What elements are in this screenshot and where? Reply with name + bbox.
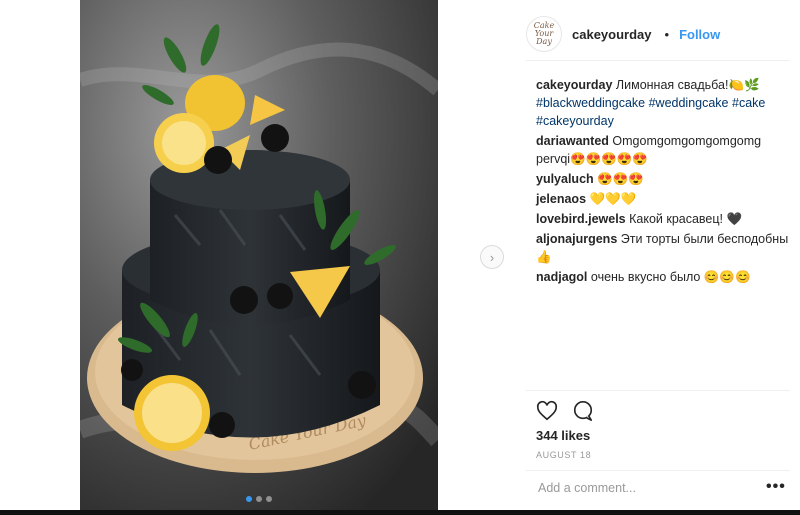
heart-icon[interactable] — [536, 400, 558, 422]
comment-bubble-icon[interactable] — [572, 400, 594, 422]
hashtag-link[interactable]: #weddingcake — [649, 96, 729, 110]
hashtag-link[interactable]: #cake — [732, 96, 765, 110]
comment-username[interactable]: nadjagol — [536, 270, 587, 284]
next-slide-button[interactable]: › — [480, 245, 504, 269]
hashtag-link[interactable]: #cakeyourday — [536, 114, 614, 128]
hashtag-link[interactable]: #blackweddingcake — [536, 96, 645, 110]
avatar[interactable]: Cake Your Day — [526, 16, 562, 52]
post-photo[interactable]: Cake Your Day — [80, 0, 438, 510]
comment-item: nadjagol очень вкусно было 😊😊😊 — [536, 268, 790, 286]
comment-item: aljonajurgens Эти торты были бесподобны … — [536, 230, 790, 266]
header-divider — [526, 60, 790, 61]
add-comment-input[interactable] — [536, 480, 740, 496]
chevron-right-icon: › — [489, 249, 495, 265]
more-options-icon[interactable]: ••• — [766, 478, 786, 496]
post-date: AUGUST 18 — [536, 450, 592, 460]
comment-item: yulyaluch 😍😍😍 — [536, 170, 790, 188]
caption-username[interactable]: cakeyourday — [536, 78, 612, 92]
comment-text: 💛💛💛 — [589, 192, 637, 206]
avatar-logo-text: Cake Your Day — [533, 21, 555, 46]
carousel-dot — [246, 496, 252, 502]
post-side-panel: Cake Your Day cakeyourday • Follow cakey… — [526, 0, 790, 510]
comment-item: dariawanted Omgomgomgomgomgomg pervqi😍😍😍… — [536, 132, 790, 168]
comment-username[interactable]: yulyaluch — [536, 172, 594, 186]
caption: cakeyourday Лимонная свадьба!🍋🌿 #blackwe… — [536, 76, 790, 130]
carousel-dot — [256, 496, 262, 502]
follow-button[interactable]: Follow — [679, 27, 720, 42]
separator-dot: • — [664, 26, 670, 42]
comment-item: lovebird.jewels Какой красавец! 🖤 — [536, 210, 790, 228]
carousel-dot — [266, 496, 272, 502]
comment-text: очень вкусно было 😊😊😊 — [590, 270, 751, 284]
post-header: Cake Your Day cakeyourday • Follow — [526, 14, 790, 54]
comment-text: Какой красавец! 🖤 — [629, 212, 743, 226]
comment-username[interactable]: dariawanted — [536, 134, 609, 148]
likes-count[interactable]: 344 likes — [536, 428, 590, 443]
composer-divider — [526, 470, 790, 471]
cake-illustration: Cake Your Day — [80, 0, 438, 510]
left-gutter — [0, 0, 80, 510]
actions-divider — [526, 390, 790, 391]
comment-username[interactable]: aljonajurgens — [536, 232, 617, 246]
window-bottom-edge — [0, 510, 800, 515]
instagram-post-modal: Cake Your Day › Cake Your Day cakeyourda… — [0, 0, 800, 510]
post-author-username[interactable]: cakeyourday — [572, 27, 652, 42]
post-actions — [536, 400, 594, 422]
comment-username[interactable]: jelenaos — [536, 192, 586, 206]
comment-text: 😍😍😍 — [597, 172, 644, 186]
caption-text: Лимонная свадьба!🍋🌿 — [615, 78, 760, 92]
comment-item: jelenaos 💛💛💛 — [536, 190, 790, 208]
comments-list: cakeyourday Лимонная свадьба!🍋🌿 #blackwe… — [536, 76, 790, 288]
comment-username[interactable]: lovebird.jewels — [536, 212, 626, 226]
carousel-indicator — [80, 496, 438, 502]
